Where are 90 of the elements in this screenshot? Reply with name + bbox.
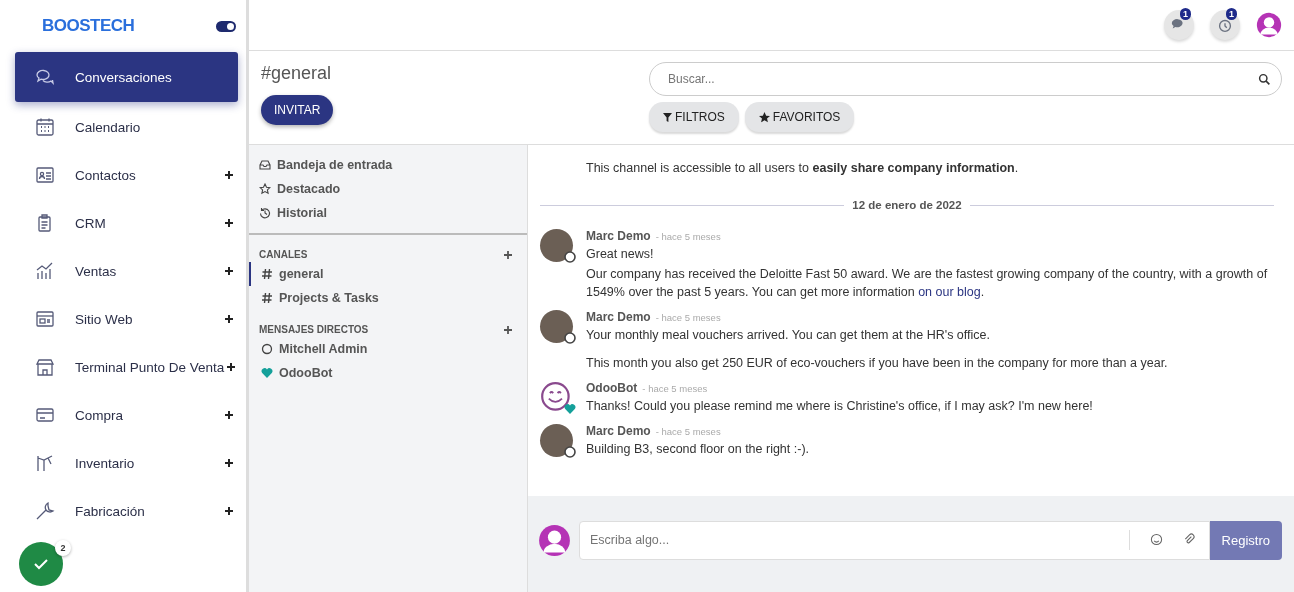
storefront-icon (35, 357, 55, 377)
user-avatar-icon (538, 523, 571, 557)
photo-placeholder (540, 310, 573, 343)
offline-status-icon (261, 343, 273, 355)
calendar-icon (35, 117, 55, 137)
channel-description: This channel is accessible to all users to easily share company information. (586, 161, 1020, 175)
activity-button[interactable]: 1 (1210, 10, 1240, 40)
filters-button[interactable]: FILTROS (649, 102, 739, 132)
browser-window-icon (35, 309, 55, 329)
direct-message-item[interactable]: Mitchell Admin (249, 337, 527, 361)
message-time: - hace 5 meses (655, 312, 721, 323)
offline-status-icon (564, 332, 576, 344)
bar-chart-icon (35, 261, 55, 281)
section-heading: CANALES (259, 249, 308, 260)
app-menu-item[interactable]: Compra (15, 392, 238, 438)
direct-message-item[interactable]: OdooBot (249, 361, 527, 385)
count-badge: 1 (1226, 8, 1237, 20)
plus-icon[interactable] (224, 266, 234, 276)
channel-item[interactable]: general (249, 262, 527, 286)
offline-status-icon (564, 251, 576, 263)
paperclip-icon[interactable] (1182, 533, 1196, 546)
app-menu-item[interactable]: CRM (15, 200, 238, 246)
message-time: - hace 5 meses (655, 231, 721, 242)
star-icon (758, 111, 770, 123)
toggle-switch[interactable] (216, 20, 236, 32)
mailbox-item[interactable]: Bandeja de entrada (259, 153, 517, 177)
app-menu-item[interactable]: Contactos (15, 152, 238, 198)
section-heading: MENSAJES DIRECTOS (259, 324, 369, 335)
brand-logo[interactable]: BOOSTECH (42, 16, 135, 36)
message-text: Your monthly meal vouchers arrived. You can get them at the HR's office. (586, 327, 991, 344)
date-separator: 12 de enero de 2022 (852, 199, 962, 211)
heart-icon (261, 367, 273, 379)
invite-button[interactable]: INVITAR (261, 95, 334, 125)
message-text: This month you also get 250 EUR of eco-vouchers if you have been in the company for more than a year. (586, 355, 1168, 372)
mailbox-item[interactable]: Destacado (259, 177, 517, 201)
add-channel-icon[interactable] (503, 249, 513, 260)
favorites-button[interactable]: FAVORITOS (744, 102, 855, 132)
plus-icon[interactable] (224, 410, 234, 420)
offline-status-icon (564, 446, 576, 458)
app-menu-item[interactable]: Conversaciones (15, 52, 238, 102)
chat-bubbles-icon (35, 67, 55, 87)
message-text: Building B3, second floor on the right :-). (586, 441, 810, 458)
channel-item[interactable]: Projects & Tasks (249, 286, 527, 310)
channel-title: #general (261, 63, 332, 84)
star-icon (259, 183, 271, 195)
checkmark-fab[interactable] (19, 542, 63, 586)
filter-icon (663, 112, 672, 122)
app-menu-item[interactable]: Calendario (15, 104, 238, 150)
credit-card-icon (35, 405, 55, 425)
message-text: Our company has received the Deloitte Fast 50 award. We are the fastest growing company of the country, with a growth of 1549% over the past 5 years. You can get more information on our blog. (586, 266, 1269, 301)
hash-icon (261, 292, 273, 304)
message-author: Marc Demo (586, 229, 651, 243)
search-icon[interactable] (1258, 73, 1271, 86)
add-message-icon[interactable] (503, 324, 513, 335)
messages-button[interactable]: 1 (1164, 10, 1194, 40)
count-badge: 1 (1180, 8, 1191, 20)
message-author: Marc Demo (586, 424, 651, 438)
history-icon (259, 207, 271, 219)
message-input-field[interactable]: Escriba algo... (579, 520, 1210, 560)
message-author: OdooBot (586, 381, 638, 395)
heart-icon (564, 403, 576, 415)
smiley-icon (540, 381, 573, 414)
app-menu-item[interactable]: Sitio Web (15, 296, 238, 342)
message-time: - hace 5 meses (642, 383, 708, 394)
app-menu-item[interactable]: Fabricación (15, 488, 238, 534)
plus-icon[interactable] (224, 506, 234, 516)
photo-placeholder (540, 229, 573, 262)
emoji-icon[interactable] (1149, 533, 1163, 546)
app-menu-item[interactable]: Inventario (15, 440, 238, 486)
app-menu-item[interactable]: Ventas (15, 248, 238, 294)
plus-icon[interactable] (224, 314, 234, 324)
plus-icon[interactable] (224, 218, 234, 228)
mailbox-item[interactable]: Historial (259, 201, 517, 225)
hash-icon (261, 268, 273, 280)
user-avatar-icon[interactable] (1256, 12, 1282, 38)
message-time: - hace 5 meses (655, 426, 721, 437)
plus-icon[interactable] (226, 362, 237, 372)
photo-placeholder (540, 424, 573, 457)
inbox-tray-icon (259, 159, 271, 171)
message-text: Thanks! Could you please remind me where is Christine's office, if I may ask? I'm new here! (586, 398, 1093, 415)
plus-icon[interactable] (224, 458, 234, 468)
plus-icon[interactable] (224, 170, 234, 180)
count-badge: 2 (55, 540, 71, 556)
message-text: Great news! (586, 246, 655, 263)
blog-link[interactable]: on our blog (918, 285, 981, 299)
search-field[interactable]: Buscar... (649, 62, 1282, 96)
message-author: Marc Demo (586, 310, 651, 324)
app-menu-item[interactable]: Terminal Punto De Venta (15, 344, 238, 390)
contact-card-icon (35, 165, 55, 185)
send-button[interactable]: Registro (1209, 520, 1282, 560)
